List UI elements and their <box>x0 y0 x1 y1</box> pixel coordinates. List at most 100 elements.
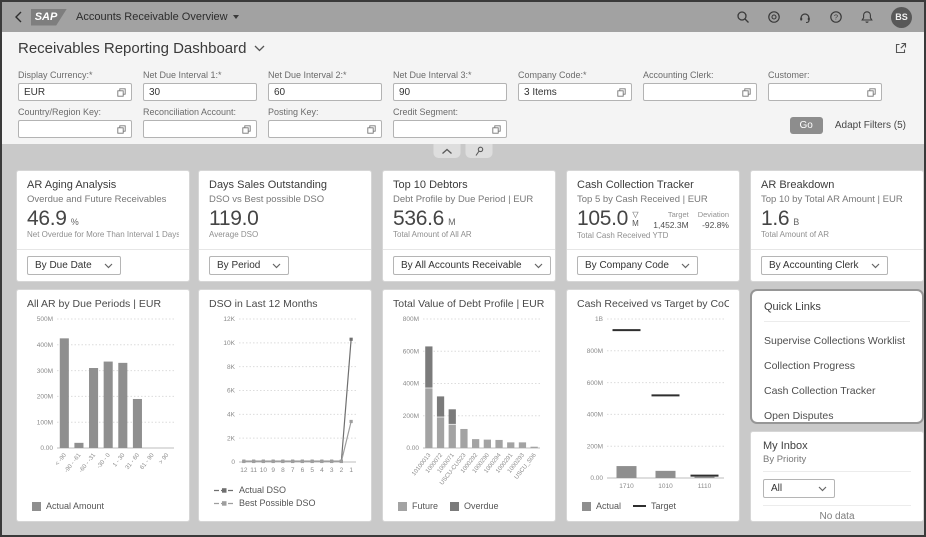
kpi-card-cash-collection[interactable]: Cash Collection Tracker Top 5 by Cash Re… <box>566 170 740 282</box>
quick-links-title: Quick Links <box>764 301 910 322</box>
filter-input-accounting-clerk[interactable] <box>643 83 757 101</box>
page-header: Receivables Reporting Dashboard <box>2 32 924 64</box>
card-view-dropdown[interactable]: By Company Code <box>577 256 698 275</box>
dropdown-value: By Company Code <box>585 260 669 271</box>
ar-by-due-period-chart: 0.00100M200M300M400M500M< -90-90 - -61-6… <box>37 316 174 474</box>
svg-text:4: 4 <box>320 467 324 474</box>
legend-item: Best Possible DSO <box>214 498 316 508</box>
column-ar-aging: AR Aging Analysis Overdue and Future Rec… <box>16 170 190 522</box>
column-dso: Days Sales Outstanding DSO vs Best possi… <box>198 170 372 522</box>
svg-text:9: 9 <box>271 467 275 474</box>
go-button[interactable]: Go <box>789 117 823 134</box>
legend-label: Target <box>651 501 677 511</box>
svg-text:1010: 1010 <box>658 483 673 490</box>
svg-text:8: 8 <box>281 467 285 474</box>
kpi-caption: Total Amount of All AR <box>393 230 472 239</box>
my-inbox-card[interactable]: My Inbox By Priority All No data <box>750 431 924 522</box>
svg-text:11: 11 <box>250 467 257 474</box>
share-icon[interactable] <box>894 41 908 55</box>
filter-input-country-region-key[interactable] <box>18 120 132 138</box>
chevron-down-icon <box>534 263 543 268</box>
adapt-filters-link[interactable]: Adapt Filters (5) <box>835 120 906 131</box>
quick-link-cash-collection-tracker[interactable]: Cash Collection Tracker <box>764 385 910 397</box>
shell-actions: ? BS <box>736 6 912 28</box>
card-subtitle: Top 10 by Total AR Amount | EUR <box>761 194 903 205</box>
quick-link-collection-progress[interactable]: Collection Progress <box>764 360 910 372</box>
quick-link-supervise-collections-worklist[interactable]: Supervise Collections Worklist <box>764 335 910 347</box>
chart-card-debt-profile[interactable]: Total Value of Debt Profile | EUR 0.00 20… <box>382 289 556 522</box>
filter-field-net-due-interval-2: Net Due Interval 2:* 60 <box>268 70 382 101</box>
chevron-down-icon <box>272 263 281 268</box>
search-icon[interactable] <box>736 10 750 24</box>
chart-legend: Actual Target <box>577 501 729 511</box>
sap-logo[interactable]: SAP <box>31 8 67 26</box>
kpi-caption: Average DSO <box>209 230 259 239</box>
svg-text:10: 10 <box>260 467 268 474</box>
filter-input-net-due-interval-3[interactable]: 90 <box>393 83 507 101</box>
user-avatar[interactable]: BS <box>891 6 912 28</box>
page-title[interactable]: Receivables Reporting Dashboard <box>18 40 265 57</box>
filter-input-posting-key[interactable] <box>268 120 382 138</box>
filter-input-customer[interactable] <box>768 83 882 101</box>
pin-filters-button[interactable] <box>465 144 493 158</box>
kpi-card-ar-breakdown[interactable]: AR Breakdown Top 10 by Total AR Amount |… <box>750 170 924 282</box>
quick-links-card: Quick Links Supervise Collections Workli… <box>750 289 924 424</box>
svg-text:3: 3 <box>330 467 334 474</box>
chevron-down-icon <box>104 263 113 268</box>
filter-input-display-currency[interactable]: EUR <box>18 83 132 101</box>
chart-card-cash-vs-target[interactable]: Cash Received vs Target by CoCd. | EUR 0… <box>566 289 740 522</box>
chart-card-ar-by-due-period[interactable]: All AR by Due Periods | EUR 0.00 100M 200M… <box>16 289 190 522</box>
filter-field-reconciliation-account: Reconciliation Account: <box>143 107 257 138</box>
kpi-card-top-debtors[interactable]: Top 10 Debtors Debt Profile by Due Perio… <box>382 170 556 282</box>
notifications-icon[interactable] <box>860 10 874 24</box>
kpi-value: 536.6 <box>393 207 445 230</box>
legend-item: Future <box>398 501 438 511</box>
value-help-icon <box>492 124 501 134</box>
filter-label: Country/Region Key: <box>18 107 102 117</box>
card-subtitle: Debt Profile by Due Period | EUR <box>393 194 534 205</box>
help-icon[interactable]: ? <box>829 10 843 24</box>
dashboard-content: AR Aging Analysis Overdue and Future Rec… <box>2 144 924 535</box>
card-view-dropdown[interactable]: By All Accounts Receivable <box>393 256 551 275</box>
svg-text:600M: 600M <box>587 380 603 387</box>
filter-input-net-due-interval-2[interactable]: 60 <box>268 83 382 101</box>
quick-link-open-disputes[interactable]: Open Disputes <box>764 410 910 422</box>
legend-label: Overdue <box>464 501 499 511</box>
legend-label: Actual DSO <box>239 485 287 495</box>
card-view-dropdown[interactable]: By Period <box>209 256 290 275</box>
shell-bar: SAP Accounts Receivable Overview ? BS <box>2 2 924 32</box>
card-view-dropdown[interactable]: By Accounting Clerk <box>761 256 888 275</box>
svg-text:-30 - 0: -30 - 0 <box>96 452 112 470</box>
kpi-card-ar-aging[interactable]: AR Aging Analysis Overdue and Future Rec… <box>16 170 190 282</box>
card-view-dropdown[interactable]: By Due Date <box>27 256 121 275</box>
filter-bar: Display Currency:* EUR Net Due Interval 1:… <box>2 64 924 144</box>
svg-text:0.00: 0.00 <box>590 475 603 482</box>
kpi-card-dso[interactable]: Days Sales Outstanding DSO vs Best possi… <box>198 170 372 282</box>
variant-caret-icon[interactable] <box>254 45 265 52</box>
chart-legend: Actual DSO Best Possible DSO <box>209 485 361 508</box>
column-cash-collection: Cash Collection Tracker Top 5 by Cash Re… <box>566 170 740 522</box>
value-help-icon <box>242 124 251 134</box>
value-help-icon <box>617 87 626 97</box>
filter-input-company-code[interactable]: 3 Items <box>518 83 632 101</box>
filter-input-credit-segment[interactable] <box>393 120 507 138</box>
back-button[interactable] <box>14 11 22 23</box>
value-help-icon <box>742 87 751 97</box>
filter-input-reconciliation-account[interactable] <box>143 120 257 138</box>
chart-card-dso-12-months[interactable]: DSO in Last 12 Months 0 2K 4K 6K 8K 10K 12K 12 1… <box>198 289 372 522</box>
cash-vs-target-chart: 0.00 200M 400M 600M 800M 1B 1710 1010 1110 <box>587 316 724 490</box>
filter-label: Net Due Interval 1:* <box>143 70 222 80</box>
collapse-filters-button[interactable] <box>433 144 461 158</box>
chart-title: All AR by Due Periods | EUR <box>27 298 162 310</box>
svg-text:0.00: 0.00 <box>406 445 419 452</box>
svg-text:8K: 8K <box>227 364 236 371</box>
svg-text:12: 12 <box>240 467 248 474</box>
support-icon[interactable] <box>798 10 812 24</box>
filter-bar-footer <box>433 144 493 158</box>
app-title[interactable]: Accounts Receivable Overview <box>76 11 239 23</box>
svg-text:300M: 300M <box>37 368 53 375</box>
filter-input-net-due-interval-1[interactable]: 30 <box>143 83 257 101</box>
inbox-priority-dropdown[interactable]: All <box>763 479 835 498</box>
copilot-icon[interactable] <box>767 10 781 24</box>
chevron-down-icon <box>871 263 879 268</box>
